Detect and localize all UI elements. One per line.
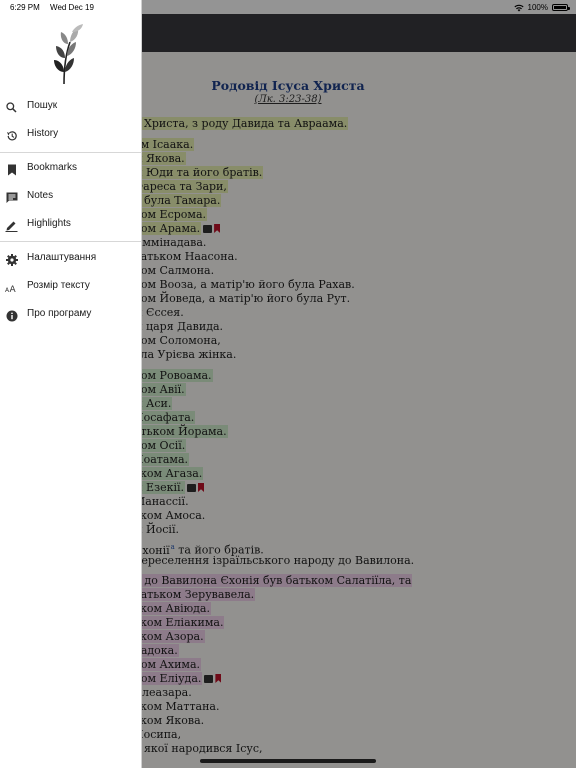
menu-item-label: Налаштування [27, 252, 97, 263]
menu-item-bookmarks[interactable]: Bookmarks [0, 156, 141, 182]
menu-item-about[interactable]: Про програму [0, 302, 141, 328]
gear-icon [5, 253, 18, 266]
menu-item-highlights[interactable]: Highlights [0, 212, 141, 238]
menu-item-text-size[interactable]: AA Розмір тексту [0, 274, 141, 300]
menu-item-label: Розмір тексту [27, 280, 90, 291]
status-left: 6:29 PM Wed Dec 19 [10, 3, 94, 12]
menu-item-notes[interactable]: Notes [0, 184, 141, 210]
search-icon [5, 101, 18, 114]
home-indicator[interactable] [200, 759, 376, 763]
status-time: 6:29 PM [10, 3, 40, 12]
battery-fill [554, 6, 566, 9]
menu-item-label: Пошук [27, 100, 58, 111]
menu-item-label: Highlights [27, 218, 71, 229]
app-logo-icon [54, 24, 83, 85]
menu-item-history[interactable]: History [0, 122, 141, 148]
menu-item-label: Про програму [27, 308, 92, 319]
side-drawer: Пошук History Bookmarks Notes Highlights [0, 0, 142, 768]
highlighter-icon [5, 219, 18, 232]
menu-item-settings[interactable]: Налаштування [0, 246, 141, 272]
text-size-icon: AA [5, 281, 18, 294]
menu-item-label: History [27, 128, 59, 139]
bookmark-icon [5, 163, 18, 176]
status-bar: 6:29 PM Wed Dec 19 100% [0, 0, 576, 14]
battery-icon [552, 4, 570, 11]
svg-text:A: A [10, 285, 17, 294]
history-icon [5, 129, 18, 142]
status-right: 100% [513, 3, 570, 12]
menu-item-search[interactable]: Пошук [0, 94, 141, 120]
menu-divider [0, 152, 141, 153]
wifi-icon [513, 4, 524, 11]
info-icon [5, 309, 18, 322]
menu-item-label: Bookmarks [27, 162, 78, 173]
battery-percent: 100% [527, 3, 548, 12]
menu-item-label: Notes [27, 190, 54, 201]
status-date: Wed Dec 19 [50, 3, 94, 12]
notes-icon [5, 191, 18, 204]
menu-divider [0, 241, 141, 242]
